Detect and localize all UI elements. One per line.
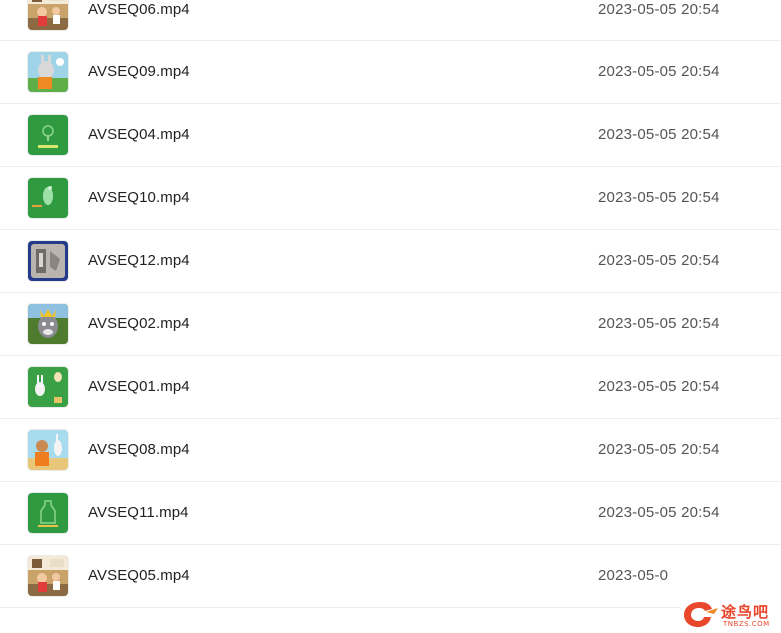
video-thumbnail[interactable] xyxy=(28,493,68,533)
file-row[interactable]: AVSEQ05.mp4 2023-05-0 xyxy=(0,545,781,608)
file-list: AVSEQ06.mp4 2023-05-05 20:54 AVSEQ09.mp4… xyxy=(0,0,781,608)
file-modified-date: 2023-05-05 20:54 xyxy=(598,1,720,18)
file-modified-date: 2023-05-05 20:54 xyxy=(598,441,720,458)
file-row[interactable]: AVSEQ08.mp4 2023-05-05 20:54 xyxy=(0,419,781,482)
file-row[interactable]: AVSEQ06.mp4 2023-05-05 20:54 xyxy=(0,0,781,41)
video-thumbnail[interactable] xyxy=(28,304,68,344)
file-modified-date: 2023-05-05 20:54 xyxy=(598,189,720,206)
file-row[interactable]: AVSEQ04.mp4 2023-05-05 20:54 xyxy=(0,104,781,167)
watermark-text: 途鸟吧 xyxy=(721,603,770,621)
file-row[interactable]: AVSEQ12.mp4 2023-05-05 20:54 xyxy=(0,230,781,293)
watermark-subtext: TNBZS.COM xyxy=(723,620,770,628)
file-modified-date: 2023-05-0 xyxy=(598,567,669,584)
watermark: 途鸟吧 TNBZS.COM xyxy=(680,596,781,633)
video-thumbnail[interactable] xyxy=(28,0,68,30)
file-row[interactable]: AVSEQ10.mp4 2023-05-05 20:54 xyxy=(0,167,781,230)
file-modified-date: 2023-05-05 20:54 xyxy=(598,504,720,521)
file-name[interactable]: AVSEQ02.mp4 xyxy=(88,315,190,332)
file-name[interactable]: AVSEQ05.mp4 xyxy=(88,567,190,584)
file-row[interactable]: AVSEQ09.mp4 2023-05-05 20:54 xyxy=(0,41,781,104)
video-thumbnail[interactable] xyxy=(28,241,68,281)
video-thumbnail[interactable] xyxy=(28,52,68,92)
file-name[interactable]: AVSEQ09.mp4 xyxy=(88,63,190,80)
watermark-logo-icon xyxy=(684,602,718,627)
file-modified-date: 2023-05-05 20:54 xyxy=(598,63,720,80)
video-thumbnail[interactable] xyxy=(28,178,68,218)
file-row[interactable]: AVSEQ01.mp4 2023-05-05 20:54 xyxy=(0,356,781,419)
file-modified-date: 2023-05-05 20:54 xyxy=(598,126,720,143)
video-thumbnail[interactable] xyxy=(28,430,68,470)
video-thumbnail[interactable] xyxy=(28,556,68,596)
file-row[interactable]: AVSEQ02.mp4 2023-05-05 20:54 xyxy=(0,293,781,356)
file-modified-date: 2023-05-05 20:54 xyxy=(598,378,720,395)
file-name[interactable]: AVSEQ08.mp4 xyxy=(88,441,190,458)
file-name[interactable]: AVSEQ06.mp4 xyxy=(88,1,190,18)
file-row[interactable]: AVSEQ11.mp4 2023-05-05 20:54 xyxy=(0,482,781,545)
file-name[interactable]: AVSEQ04.mp4 xyxy=(88,126,190,143)
file-modified-date: 2023-05-05 20:54 xyxy=(598,252,720,269)
video-thumbnail[interactable] xyxy=(28,367,68,407)
video-thumbnail[interactable] xyxy=(28,115,68,155)
file-name[interactable]: AVSEQ12.mp4 xyxy=(88,252,190,269)
file-name[interactable]: AVSEQ10.mp4 xyxy=(88,189,190,206)
file-name[interactable]: AVSEQ01.mp4 xyxy=(88,378,190,395)
file-modified-date: 2023-05-05 20:54 xyxy=(598,315,720,332)
file-name[interactable]: AVSEQ11.mp4 xyxy=(88,504,189,521)
